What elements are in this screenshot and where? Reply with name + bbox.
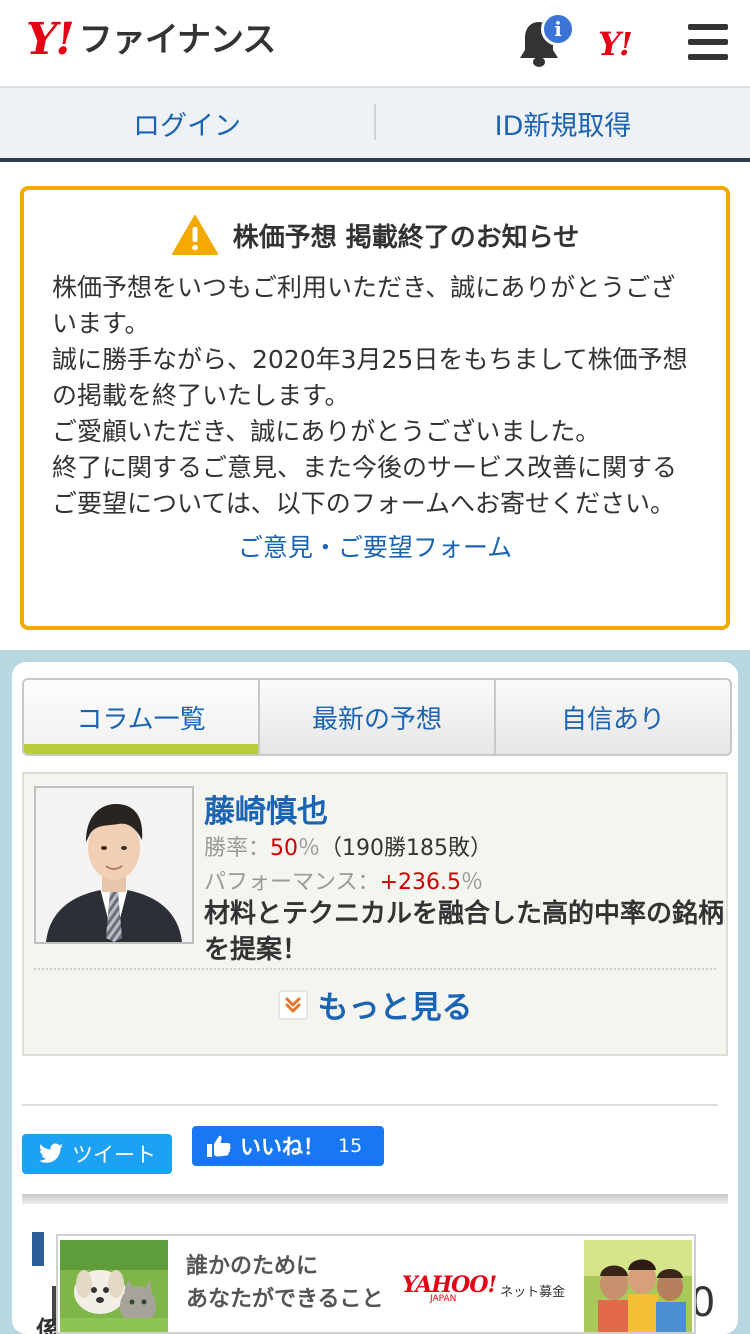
yahoo-donation-logo: YAHOO! JAPAN ネット募金 <box>402 1272 565 1304</box>
app-header: Y! ファイナンス i Y! <box>0 0 750 88</box>
divider <box>22 1104 718 1106</box>
column-author-card: 藤崎慎也 勝率：50％（190勝185敗） パフォーマンス：+236.5％ 材料… <box>22 772 728 1056</box>
tab-column-list[interactable]: コラム一覧 <box>24 680 260 754</box>
win-rate-value: 50 <box>270 836 299 861</box>
yahoo-logo-mark: Y! <box>26 14 75 65</box>
yahoo-finance-logo[interactable]: Y! ファイナンス <box>26 14 277 65</box>
end-of-service-notice: 株価予想 掲載終了のお知らせ 株価予想をいつもご利用いただき、誠にありがとうござ… <box>20 186 730 630</box>
like-button[interactable]: いいね！ 15 <box>192 1126 384 1166</box>
notice-title-text: 株価予想 掲載終了のお知らせ <box>232 222 580 253</box>
dotted-divider <box>34 968 716 970</box>
performance-unit: ％ <box>460 870 483 895</box>
register-link[interactable]: ID新規取得 <box>376 88 750 158</box>
menu-icon[interactable] <box>688 24 728 60</box>
performance-label: パフォーマンス： <box>204 870 380 895</box>
ad-banner[interactable]: 誰かのために あなたができること YAHOO! JAPAN ネット募金 <box>56 1234 696 1334</box>
tweet-label: ツイート <box>72 1143 156 1167</box>
notice-title: 株価予想 掲載終了のお知らせ <box>52 212 698 258</box>
author-photo[interactable] <box>34 786 194 944</box>
more-link-text: もっと見る <box>317 990 473 1026</box>
column-pitch[interactable]: 材料とテクニカルを融合した高的中率の銘柄を提案！ <box>204 896 724 968</box>
login-bar: ログイン ID新規取得 <box>0 88 750 162</box>
performance-value: +236.5 <box>379 870 461 895</box>
column-tabs: コラム一覧 最新の予想 自信あり <box>22 678 732 756</box>
notice-body: 株価予想をいつもご利用いただき、誠にありがとうございます。 誠に勝手ながら、20… <box>52 270 698 522</box>
win-loss-open: （ <box>320 836 343 861</box>
chevron-double-down-icon <box>277 989 308 1020</box>
ad-copy: 誰かのために あなたができること <box>186 1250 384 1316</box>
win-loss-record: 190勝185敗 <box>342 836 471 861</box>
donation-label: ネット募金 <box>500 1285 566 1300</box>
warning-icon <box>171 215 218 255</box>
tab-latest-predictions[interactable]: 最新の予想 <box>260 680 496 754</box>
yahoo-japan-icon[interactable]: Y! <box>598 24 633 64</box>
like-count: 15 <box>338 1135 363 1157</box>
section-divider <box>22 1194 728 1204</box>
thumbs-up-icon <box>207 1135 231 1157</box>
section-heading-marker <box>32 1232 44 1266</box>
notice-line: 株価予想をいつもご利用いただき、誠にありがとうございます。 <box>52 273 676 338</box>
children-photo <box>584 1240 692 1332</box>
author-name[interactable]: 藤崎慎也 <box>204 786 328 831</box>
puppy-kitten-photo <box>60 1240 168 1332</box>
tweet-button[interactable]: ツイート <box>22 1134 172 1174</box>
ad-copy-line: 誰かのために <box>186 1254 319 1279</box>
feedback-form-link[interactable]: ご意見・ご要望フォーム <box>52 528 698 564</box>
win-rate-label: 勝率： <box>204 836 271 861</box>
win-loss-close: ） <box>470 836 493 861</box>
tab-confident[interactable]: 自信あり <box>496 680 730 754</box>
more-link[interactable]: もっと見る <box>24 982 726 1027</box>
notice-line: 終了に関するご意見、また今後のサービス改善に関するご要望については、以下のフォー… <box>52 453 678 518</box>
win-rate-unit: ％ <box>298 836 321 861</box>
info-icon[interactable]: i <box>541 12 575 46</box>
finance-logo-text: ファイナンス <box>78 20 277 60</box>
notice-line: ご愛顧いただき、誠にありがとうございました。 <box>52 417 601 446</box>
notice-line: 誠に勝手ながら、2020年3月25日をもちまして株価予想の掲載を終了いたします。 <box>52 345 688 410</box>
twitter-bird-icon <box>39 1143 63 1163</box>
login-link[interactable]: ログイン <box>0 88 374 158</box>
yahoo-logo-japan: JAPAN <box>430 1294 457 1304</box>
like-label: いいね！ <box>240 1135 324 1159</box>
performance: パフォーマンス：+236.5％ <box>204 864 483 896</box>
win-rate: 勝率：50％（190勝185敗） <box>204 830 492 862</box>
ad-copy-line: あなたができること <box>186 1287 384 1312</box>
